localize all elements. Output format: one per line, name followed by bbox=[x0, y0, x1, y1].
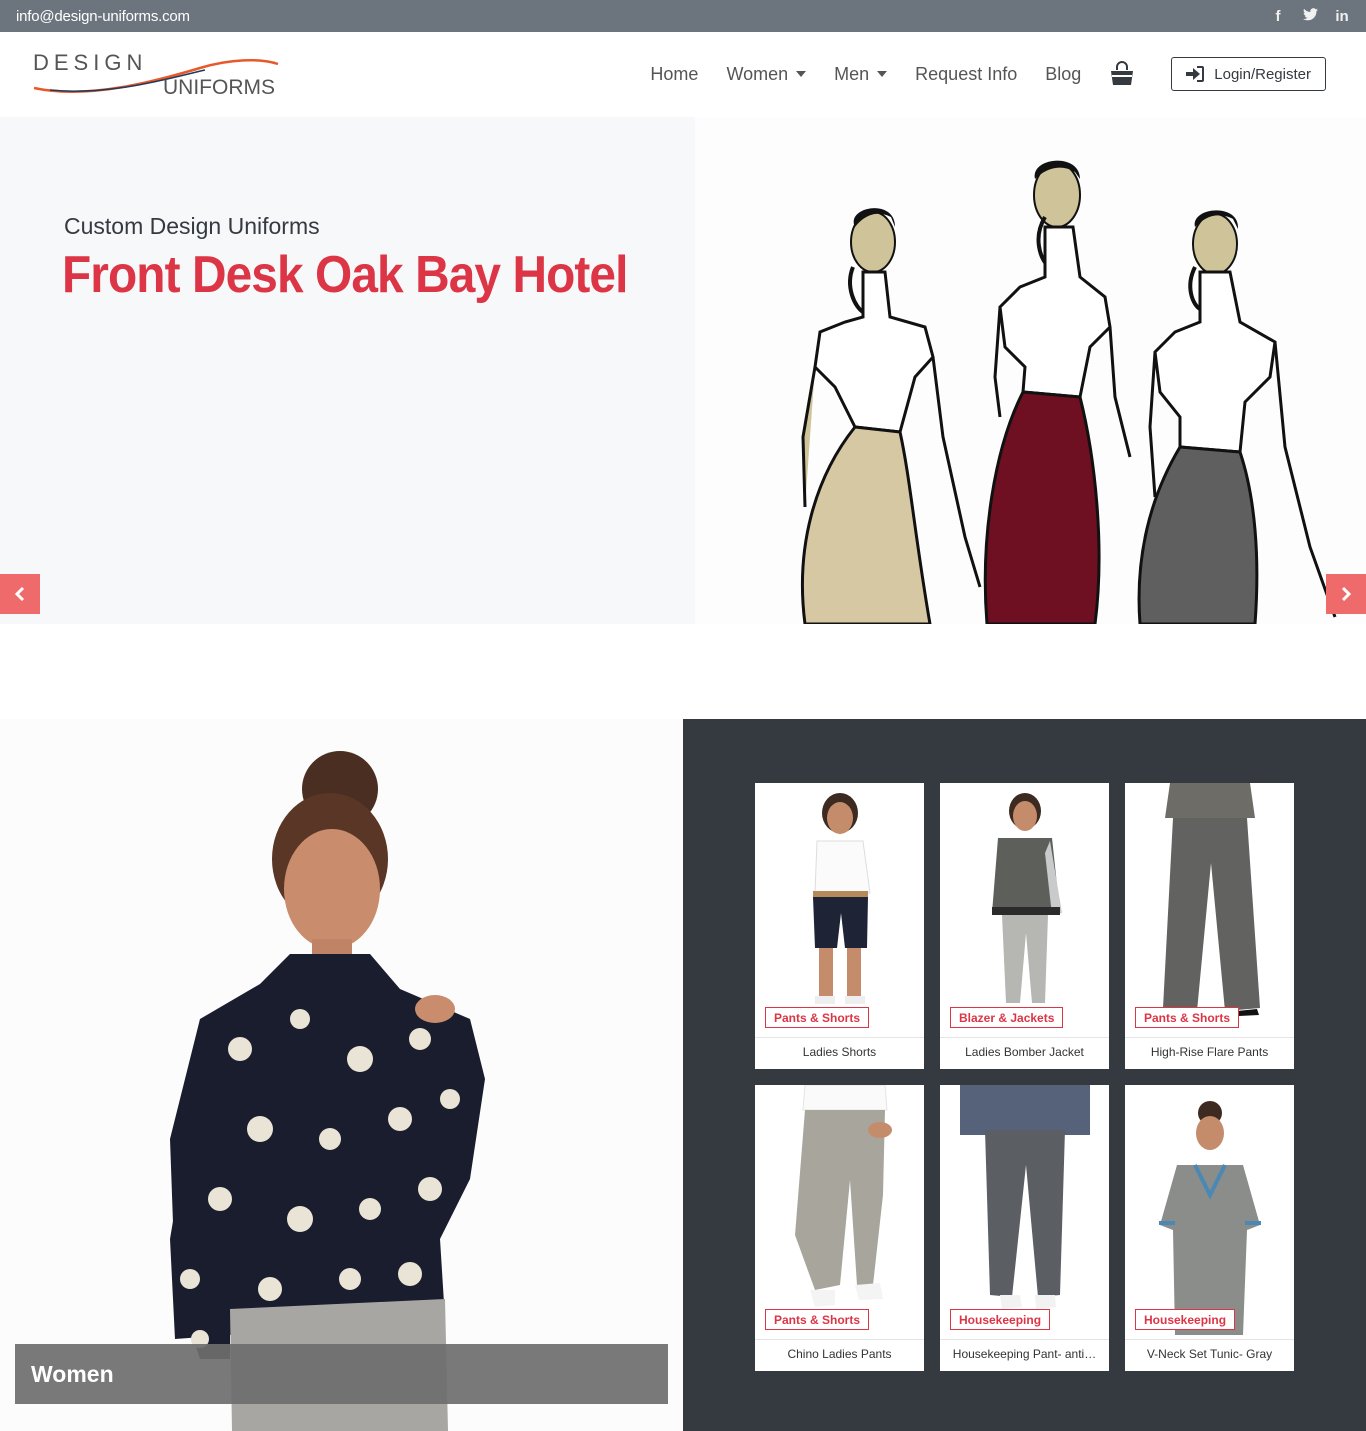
category-badge[interactable]: Housekeeping bbox=[1135, 1309, 1236, 1330]
nav-request-info[interactable]: Request Info bbox=[915, 64, 1017, 85]
sketch-figure-right bbox=[1137, 210, 1337, 624]
card-divider bbox=[940, 1037, 1109, 1038]
hero-text-panel: Custom Design Uniforms Front Desk Oak Ba… bbox=[0, 117, 695, 624]
women-category-label[interactable]: Women bbox=[15, 1344, 668, 1404]
login-register-button[interactable]: Login/Register bbox=[1171, 57, 1326, 91]
women-category-panel[interactable]: Women bbox=[0, 719, 683, 1431]
product-name[interactable]: Ladies Bomber Jacket bbox=[944, 1045, 1105, 1059]
logo-text-design: DESIGN bbox=[33, 50, 147, 75]
product-card[interactable]: Pants & Shorts Chino Ladies Pants bbox=[755, 1085, 924, 1371]
sketch-figure-left bbox=[801, 208, 982, 624]
card-divider bbox=[940, 1339, 1109, 1340]
product-card[interactable]: Pants & Shorts High-Rise Flare Pants bbox=[1125, 783, 1294, 1069]
nav-men-dropdown[interactable]: Men bbox=[834, 64, 888, 85]
product-card[interactable]: Pants & Shorts Ladies Shorts bbox=[755, 783, 924, 1069]
product-name[interactable]: Chino Ladies Pants bbox=[759, 1347, 920, 1361]
product-card[interactable]: Blazer & Jackets Ladies Bomber Jacket bbox=[940, 783, 1109, 1069]
product-card[interactable]: Housekeeping V-Neck Set Tunic- Gray bbox=[1125, 1085, 1294, 1371]
product-name[interactable]: Housekeeping Pant- anti… bbox=[944, 1347, 1105, 1361]
product-name[interactable]: V-Neck Set Tunic- Gray bbox=[1129, 1347, 1290, 1361]
category-badge[interactable]: Pants & Shorts bbox=[765, 1309, 870, 1330]
card-divider bbox=[1125, 1339, 1294, 1340]
category-badge[interactable]: Blazer & Jackets bbox=[950, 1007, 1064, 1028]
product-name[interactable]: Ladies Shorts bbox=[759, 1045, 920, 1059]
logo-text-uniforms: UNIFORMS bbox=[163, 76, 275, 99]
twitter-icon[interactable] bbox=[1302, 7, 1318, 25]
nav-links: Home Women Men Request Info Blog Login/R… bbox=[622, 57, 1326, 91]
carousel-next-button[interactable] bbox=[1326, 574, 1366, 614]
category-badge[interactable]: Pants & Shorts bbox=[1135, 1007, 1240, 1028]
hero-title: Front Desk Oak Bay Hotel bbox=[62, 246, 628, 304]
social-links: f in bbox=[1270, 8, 1350, 25]
contact-email[interactable]: info@design-uniforms.com bbox=[16, 8, 190, 25]
product-image bbox=[1125, 783, 1294, 1037]
chevron-right-icon bbox=[1341, 586, 1352, 602]
sign-in-icon bbox=[1186, 66, 1205, 82]
product-grid-panel: Pants & Shorts Ladies Shorts Blazer & Ja… bbox=[683, 719, 1366, 1431]
shopping-bag-icon[interactable] bbox=[1109, 61, 1135, 87]
product-name[interactable]: High-Rise Flare Pants bbox=[1129, 1045, 1290, 1059]
carousel-prev-button[interactable] bbox=[0, 574, 40, 614]
product-card[interactable]: Housekeeping Housekeeping Pant- anti… bbox=[940, 1085, 1109, 1371]
product-image bbox=[755, 783, 924, 1037]
product-grid: Pants & Shorts Ladies Shorts Blazer & Ja… bbox=[755, 783, 1294, 1371]
women-model-photo bbox=[0, 719, 683, 1431]
card-divider bbox=[755, 1339, 924, 1340]
card-divider bbox=[1125, 1037, 1294, 1038]
brand-logo[interactable]: DESIGN UNIFORMS bbox=[30, 50, 285, 100]
nav-women-dropdown[interactable]: Women bbox=[726, 64, 807, 85]
category-badge[interactable]: Housekeeping bbox=[950, 1309, 1051, 1330]
hero-illustration bbox=[695, 117, 1366, 624]
chevron-left-icon bbox=[14, 586, 25, 602]
sketch-figure-middle bbox=[983, 160, 1132, 624]
nav-home[interactable]: Home bbox=[650, 64, 698, 85]
nav-blog[interactable]: Blog bbox=[1045, 64, 1081, 85]
main-navbar: DESIGN UNIFORMS Home Women Men Request I… bbox=[0, 32, 1366, 117]
hero-carousel: Custom Design Uniforms Front Desk Oak Ba… bbox=[0, 117, 1366, 624]
product-image bbox=[940, 783, 1109, 1037]
hero-subtitle: Custom Design Uniforms bbox=[64, 213, 320, 239]
linkedin-icon[interactable]: in bbox=[1334, 8, 1350, 25]
product-image bbox=[755, 1085, 924, 1339]
product-image bbox=[1125, 1085, 1294, 1339]
category-badge[interactable]: Pants & Shorts bbox=[765, 1007, 870, 1028]
chevron-down-icon bbox=[796, 71, 807, 77]
card-divider bbox=[755, 1037, 924, 1038]
top-bar: info@design-uniforms.com f in bbox=[0, 0, 1366, 32]
facebook-icon[interactable]: f bbox=[1270, 8, 1286, 25]
product-image bbox=[940, 1085, 1109, 1339]
chevron-down-icon bbox=[877, 71, 888, 77]
featured-section: Women Pants & Shorts Ladies Shorts Blaze… bbox=[0, 719, 1366, 1431]
